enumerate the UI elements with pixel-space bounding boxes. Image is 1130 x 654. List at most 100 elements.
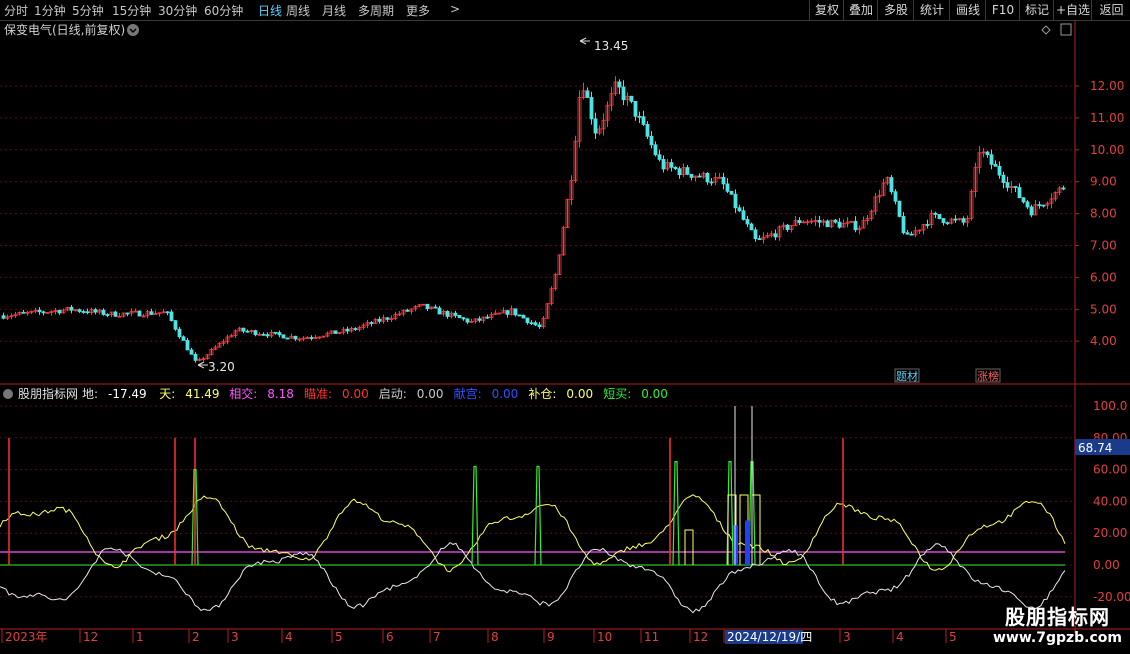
candle-body — [93, 309, 98, 313]
candle-body — [165, 311, 170, 314]
sky-line — [0, 494, 1066, 573]
period-tab-8[interactable]: 月线 — [322, 2, 346, 19]
candle-body — [753, 229, 758, 240]
candle-body — [937, 214, 942, 219]
indicator-label-0: 地: — [82, 387, 98, 401]
candle-body — [101, 309, 106, 315]
candle-body — [709, 181, 714, 184]
toolbar-button-0[interactable]: 复权 — [809, 0, 844, 20]
candle-body — [733, 193, 738, 209]
candle-body — [725, 183, 730, 192]
candle-body — [189, 349, 194, 355]
candle-body — [689, 173, 694, 178]
indicator-label-6: 补仓: — [528, 387, 556, 401]
candle-body — [721, 176, 726, 185]
chart-area: 12.00 11.00 10.00 9.00 8.00 7.00 6.00 5.00 4.00 保… — [0, 21, 1130, 651]
candle-body — [445, 310, 450, 317]
add-position-signal — [684, 529, 694, 565]
candle-body — [633, 101, 638, 117]
price-tick-label: 10.00 — [1090, 143, 1124, 157]
indicator-label-4: 启动: — [379, 387, 407, 401]
toolbar-button-3[interactable]: 统计 — [913, 0, 950, 20]
candle-body — [533, 322, 538, 326]
candle-body — [345, 328, 350, 332]
candle-body — [125, 312, 130, 315]
candle-body — [669, 162, 674, 168]
price-tick-label: 8.00 — [1090, 207, 1117, 221]
candle-body — [741, 210, 746, 220]
candle-body — [1021, 197, 1026, 203]
candle-body — [737, 207, 742, 212]
candle-body — [677, 168, 682, 176]
candle-body — [181, 336, 186, 341]
candle-body — [773, 233, 778, 238]
indicator-tick-label: 100.0 — [1093, 399, 1127, 413]
candle-body — [137, 310, 142, 317]
period-tab-7[interactable]: 周线 — [286, 2, 310, 19]
candle-body — [1013, 186, 1018, 188]
period-tab-1[interactable]: 1分钟 — [34, 2, 66, 19]
candle-body — [925, 224, 930, 226]
candle-body — [641, 116, 646, 125]
time-label-15: 3 — [843, 630, 851, 644]
toolbar-button-4[interactable]: 画线 — [949, 0, 986, 20]
toolbar-button-6[interactable]: 标记 — [1019, 0, 1054, 20]
time-label-8: 7 — [433, 630, 441, 644]
toolbar-button-7[interactable]: +自选 — [1053, 0, 1092, 20]
period-tab-3[interactable]: 15分钟 — [112, 2, 151, 19]
candle-body — [637, 115, 642, 118]
toolbar-button-1[interactable]: 叠加 — [843, 0, 878, 20]
candle-body — [1, 315, 6, 319]
low-price-label: 3.20 — [208, 360, 235, 374]
candle-body — [797, 220, 802, 224]
period-tab-10[interactable]: 更多 — [406, 2, 430, 19]
period-tab-5[interactable]: 60分钟 — [204, 2, 243, 19]
period-tab-4[interactable]: 30分钟 — [158, 2, 197, 19]
diamond-icon — [1041, 25, 1051, 35]
period-tab-9[interactable]: 多周期 — [358, 2, 394, 19]
candle-body — [621, 86, 626, 101]
kline-chart[interactable]: 12.0011.0010.009.008.007.006.005.004.00保… — [0, 21, 1130, 651]
candle-body — [261, 333, 266, 336]
candle-body — [285, 337, 290, 340]
period-tab-6[interactable]: 日线 — [258, 2, 282, 19]
indicator-label-7: 短买: — [603, 387, 631, 401]
candle-body — [585, 90, 590, 98]
candle-body — [461, 317, 466, 320]
candle-body — [853, 220, 858, 231]
candle-body — [837, 221, 842, 228]
candle-body — [517, 314, 522, 317]
candle-body — [57, 310, 62, 314]
high-marker-arrow — [579, 37, 590, 45]
low-marker-arrow — [197, 361, 208, 369]
watermark: 股朋指标网 www.7gpzb.com — [993, 601, 1122, 646]
toolbar-button-8[interactable]: 返回 — [1091, 0, 1130, 20]
indicator-label-2: 相交: — [229, 386, 257, 401]
candle-body — [437, 307, 442, 315]
indicator-tick-label: 40.00 — [1093, 494, 1127, 508]
price-tick-label: 9.00 — [1090, 175, 1117, 189]
candle-body — [281, 334, 286, 339]
candle-body — [85, 311, 90, 314]
dedicate-signal-bar — [745, 520, 750, 565]
toolbar-button-5[interactable]: F10 — [985, 0, 1020, 20]
indicator-label-3: 瞄准: — [304, 387, 332, 401]
more-chevron-icon[interactable]: > — [450, 2, 460, 16]
candle-body — [309, 337, 314, 339]
candle-body — [521, 314, 526, 319]
candle-body — [113, 311, 118, 317]
toolbar-button-2[interactable]: 多股 — [877, 0, 914, 20]
candle-body — [661, 159, 666, 170]
indicator-value-0: -17.49 — [108, 387, 147, 401]
indicator-tick-label: 60.00 — [1093, 463, 1127, 477]
indicator-tick-label: 20.00 — [1093, 526, 1127, 540]
price-tick-label: 5.00 — [1090, 302, 1117, 316]
candle-body — [453, 312, 458, 316]
candle-body — [465, 318, 470, 323]
period-tab-0[interactable]: 分时 — [4, 2, 28, 19]
period-tab-2[interactable]: 5分钟 — [72, 2, 104, 19]
candle-body — [785, 224, 790, 230]
candle-body — [105, 314, 110, 316]
indicator-value-1: 41.49 — [185, 387, 219, 401]
candle-body — [901, 216, 906, 234]
